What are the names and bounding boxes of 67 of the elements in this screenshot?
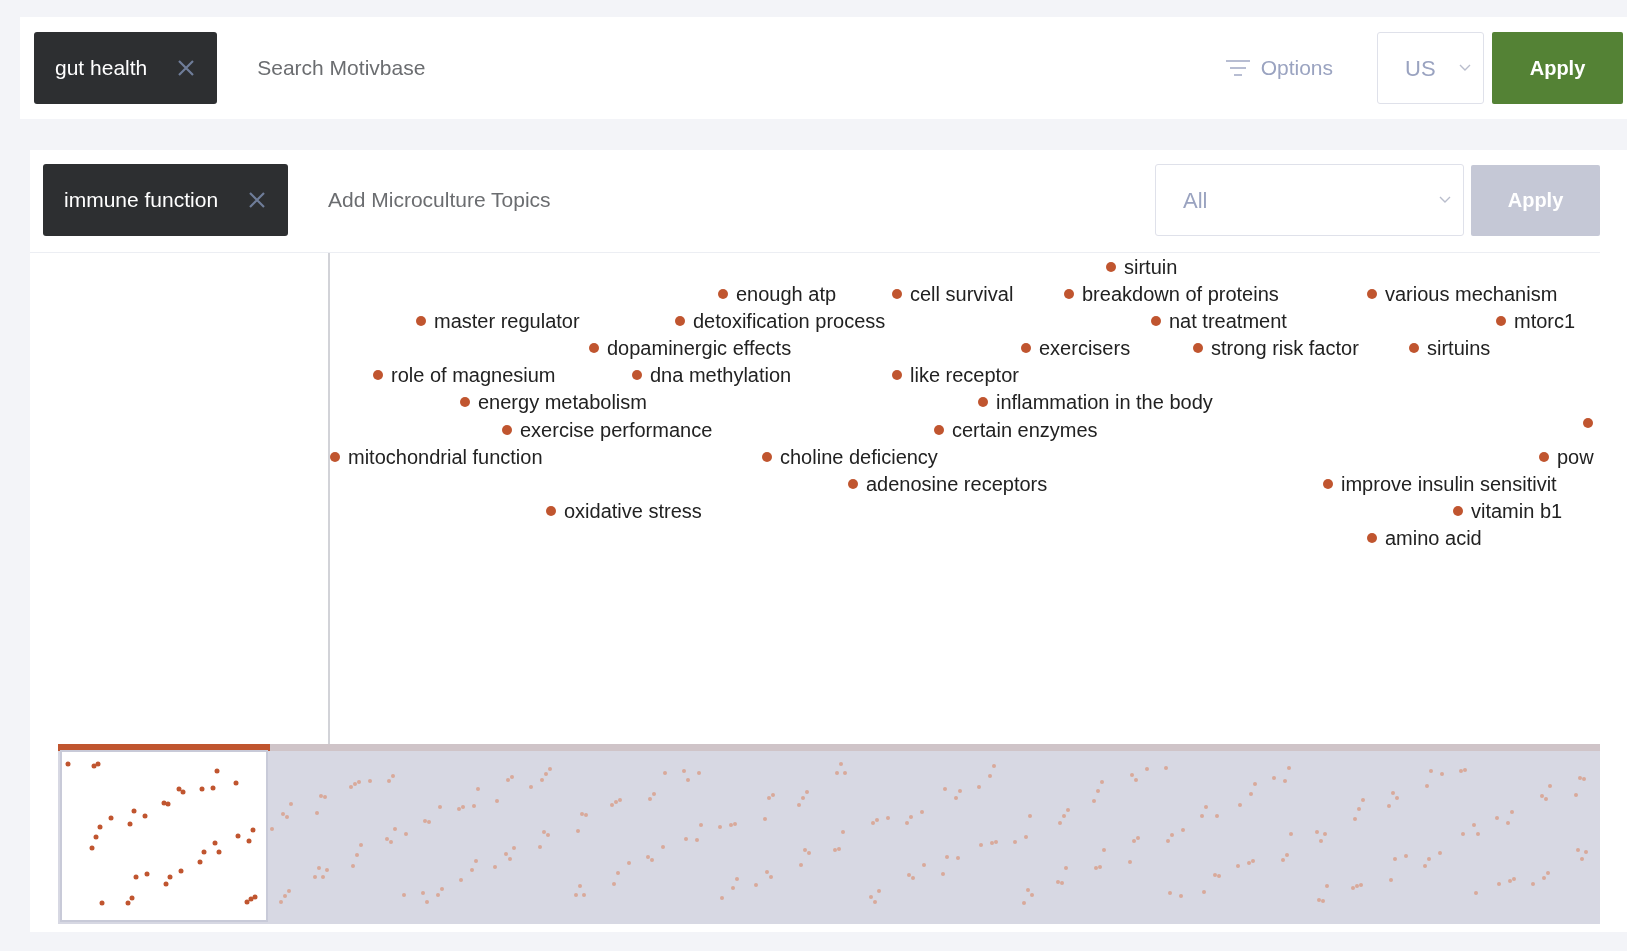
topic-term[interactable]: various mechanism [1385,282,1558,306]
topic-term[interactable]: role of magnesium [391,363,556,387]
point-icon [460,397,470,407]
topic-term[interactable]: like receptor [910,363,1019,387]
topic-field[interactable]: Add Microculture Topics [312,183,1155,217]
topic-term[interactable]: mtorc1 [1514,309,1576,333]
point-icon [546,506,556,516]
topic-term[interactable]: improve insulin sensitivit [1341,472,1557,496]
point-icon [1367,289,1377,299]
point-icon [718,289,728,299]
topic-term[interactable]: energy metabolism [478,390,647,414]
topic-term[interactable]: dopaminergic effects [607,336,792,360]
point-icon [1151,316,1161,326]
topic-term[interactable]: oxidative stress [564,499,702,523]
topic-term[interactable]: master regulator [434,309,580,333]
point-icon [330,452,340,462]
topic-term[interactable]: choline deficiency [780,445,938,469]
apply-button[interactable]: Apply [1492,32,1623,104]
point-icon [1064,289,1074,299]
search-field[interactable]: Search Motivbase [241,51,1219,85]
topic-term[interactable]: breakdown of proteins [1082,282,1279,306]
topic-term[interactable]: pow [1557,445,1594,469]
point-icon [502,425,512,435]
topic-term[interactable]: sirtuins [1427,336,1491,360]
point-icon [632,370,642,380]
point-icon [1323,479,1333,489]
point-icon [589,343,599,353]
topic-term[interactable]: cell survival [910,282,1014,306]
topic-term[interactable]: exercisers [1039,336,1131,360]
topic-term[interactable]: adenosine receptors [866,472,1048,496]
point-icon [1583,418,1593,428]
point-icon [934,425,944,435]
topic-term[interactable]: vitamin b1 [1471,499,1563,523]
point-icon [892,289,902,299]
point-icon [1367,533,1377,543]
tag-label: immune function [64,187,219,214]
topic-term[interactable]: inflammation in the body [996,390,1213,414]
chevron-icon [1459,64,1471,72]
close-icon[interactable] [177,59,196,77]
topic-term[interactable]: dna methylation [650,363,792,387]
point-icon [1021,343,1031,353]
point-icon [1539,452,1549,462]
chevron-icon [1439,196,1451,204]
point-icon [978,397,988,407]
point-icon [1193,343,1203,353]
topic-term[interactable]: amino acid [1385,526,1482,550]
point-icon [892,370,902,380]
topic-term[interactable]: sirtuin [1124,255,1178,279]
topic-term[interactable]: nat treatment [1169,309,1287,333]
point-icon [1106,262,1116,272]
point-icon [373,370,383,380]
point-icon [1496,316,1506,326]
topic-term[interactable]: mitochondrial function [348,445,543,469]
point-icon [675,316,685,326]
close-icon[interactable] [248,191,267,209]
point-icon [1453,506,1463,516]
topic-term[interactable]: detoxification process [693,309,886,333]
filter-icon [1224,58,1251,78]
point-icon [1409,343,1419,353]
topic-term[interactable]: exercise performance [520,418,713,442]
point-icon [762,452,772,462]
topic-term[interactable]: enough atp [736,282,837,306]
point-icon [416,316,426,326]
tag-label: gut health [55,55,148,82]
topic-term[interactable]: strong risk factor [1211,336,1359,360]
topic-term[interactable]: certain enzymes [952,418,1098,442]
point-icon [848,479,858,489]
